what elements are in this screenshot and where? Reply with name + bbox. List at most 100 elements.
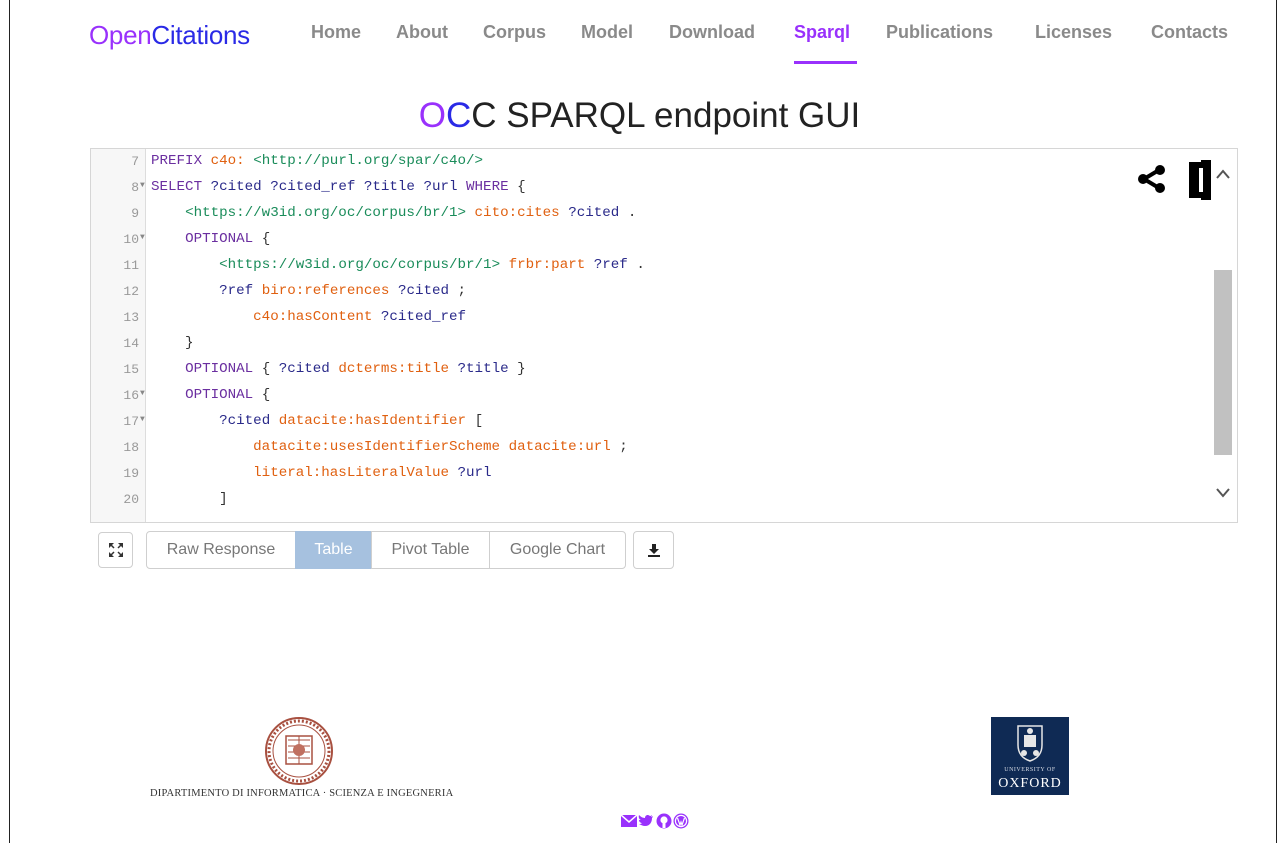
fold-arrow-icon[interactable]: ▼ xyxy=(140,233,145,242)
line-number: 15 xyxy=(123,362,139,377)
university-of-bologna-seal xyxy=(265,717,333,785)
code-token: ; xyxy=(457,283,467,299)
nav-active-indicator xyxy=(794,61,857,64)
code-token: OPTIONAL xyxy=(185,231,262,247)
expand-icon xyxy=(108,543,123,557)
brand-part-open: Open xyxy=(89,20,152,50)
code-token: ?cited xyxy=(397,283,458,299)
fold-arrow-icon[interactable]: ▼ xyxy=(140,181,145,190)
nav-licenses[interactable]: Licenses xyxy=(1035,22,1112,43)
scroll-up-icon[interactable] xyxy=(1214,167,1232,181)
scroll-down-icon[interactable] xyxy=(1214,486,1232,500)
tab-google-chart[interactable]: Google Chart xyxy=(489,531,626,569)
code-token: SELECT xyxy=(151,179,211,195)
code-token: { xyxy=(261,387,271,403)
line-number: 13 xyxy=(123,310,139,325)
code-token: c4o: xyxy=(210,153,254,169)
wordpress-icon[interactable] xyxy=(673,813,689,829)
code-token: literal:hasLiteralValue xyxy=(253,465,458,481)
code-token: . xyxy=(627,205,637,221)
code-token: ; xyxy=(619,439,628,455)
code-text: OPTIONAL { xyxy=(151,387,270,403)
code-token: ?cited xyxy=(219,413,279,429)
fullscreen-button[interactable] xyxy=(98,532,133,568)
code-token: OPTIONAL xyxy=(185,361,262,377)
tab-table[interactable]: Table xyxy=(295,531,372,569)
line-number: 9 xyxy=(131,206,139,221)
code-token: { xyxy=(261,361,279,377)
scrollbar-thumb[interactable] xyxy=(1214,270,1232,455)
code-text: c4o:hasContent ?cited_ref xyxy=(151,309,466,325)
line-number: 11 xyxy=(123,258,139,273)
fold-arrow-icon[interactable]: ▼ xyxy=(140,415,145,424)
code-token: [ xyxy=(474,413,484,429)
oxford-subtitle: UNIVERSITY OF xyxy=(1004,767,1056,773)
code-text: PREFIX c4o: <http://purl.org/spar/c4o/> xyxy=(151,153,483,169)
code-text: OPTIONAL { xyxy=(151,231,270,247)
title-rest: C SPARQL endpoint GUI xyxy=(471,96,861,135)
nav-about[interactable]: About xyxy=(396,22,448,43)
university-of-oxford-logo: UNIVERSITY OF OXFORD xyxy=(991,717,1069,795)
nav-sparql[interactable]: Sparql xyxy=(794,22,850,43)
code-token: . xyxy=(636,257,645,273)
code-text: <https://w3id.org/oc/corpus/br/1> cito:c… xyxy=(151,205,636,221)
code-token: <https://w3id.org/oc/corpus/br/1> xyxy=(219,257,509,273)
oxford-title: OXFORD xyxy=(998,776,1062,791)
line-number: 17 xyxy=(123,414,139,429)
code-token: } xyxy=(151,335,194,351)
code-token: c4o:hasContent xyxy=(253,309,381,325)
nav-publications[interactable]: Publications xyxy=(886,22,993,43)
github-icon[interactable] xyxy=(656,813,672,829)
envelope-icon[interactable] xyxy=(621,814,637,828)
code-token: PREFIX xyxy=(151,153,211,169)
copy-icon[interactable] xyxy=(1185,158,1213,202)
nav-download[interactable]: Download xyxy=(669,22,755,43)
download-icon xyxy=(647,544,660,557)
tab-raw-response[interactable]: Raw Response xyxy=(146,531,296,569)
code-text: literal:hasLiteralValue ?url xyxy=(151,465,492,481)
line-number: 8 xyxy=(131,180,139,195)
twitter-icon[interactable] xyxy=(638,813,654,829)
code-token: ] xyxy=(151,491,228,507)
title-letter-c: C xyxy=(445,96,472,135)
nav-corpus[interactable]: Corpus xyxy=(483,22,546,43)
code-text: OPTIONAL { ?cited dcterms:title ?title } xyxy=(151,361,526,377)
fold-arrow-icon[interactable]: ▼ xyxy=(140,389,145,398)
nav-home[interactable]: Home xyxy=(311,22,361,43)
code-text: SELECT ?cited ?cited_ref ?title ?url WHE… xyxy=(151,179,526,195)
title-letter-o: O xyxy=(418,96,446,135)
download-button[interactable] xyxy=(633,531,674,569)
code-text: ?ref biro:references ?cited ; xyxy=(151,283,466,299)
brand-part-citations: Citations xyxy=(151,20,250,50)
code-text: datacite:usesIdentifierScheme datacite:u… xyxy=(151,439,628,455)
tab-pivot-table[interactable]: Pivot Table xyxy=(371,531,490,569)
code-token: ?ref xyxy=(593,257,637,273)
code-token: biro:references xyxy=(261,283,398,299)
code-text: ] xyxy=(151,491,228,507)
nav-contacts[interactable]: Contacts xyxy=(1151,22,1228,43)
department-name: DIPARTIMENTO DI INFORMATICA · SCIENZA E … xyxy=(150,788,454,799)
brand-logo[interactable]: OpenCitations xyxy=(89,20,250,51)
code-token: ?cited ?cited_ref ?title ?url xyxy=(210,179,467,195)
code-token: <http://purl.org/spar/c4o/> xyxy=(253,153,484,169)
line-number: 12 xyxy=(123,284,139,299)
code-token: WHERE xyxy=(466,179,518,195)
nav-model[interactable]: Model xyxy=(581,22,633,43)
code-text: } xyxy=(151,335,194,351)
page-title: OCC SPARQL endpoint GUI xyxy=(0,96,1279,136)
code-token: ?ref xyxy=(219,283,262,299)
code-token: ?url xyxy=(457,465,492,481)
code-token: dcterms:title xyxy=(338,361,458,377)
code-token: { xyxy=(261,231,271,247)
sparql-query-editor[interactable]: 7 PREFIX c4o: <http://purl.org/spar/c4o/>… xyxy=(90,148,1238,523)
code-token: cito:cites xyxy=(474,205,569,221)
code-token: OPTIONAL xyxy=(185,387,262,403)
share-icon[interactable] xyxy=(1137,164,1167,194)
line-number: 20 xyxy=(123,492,139,507)
